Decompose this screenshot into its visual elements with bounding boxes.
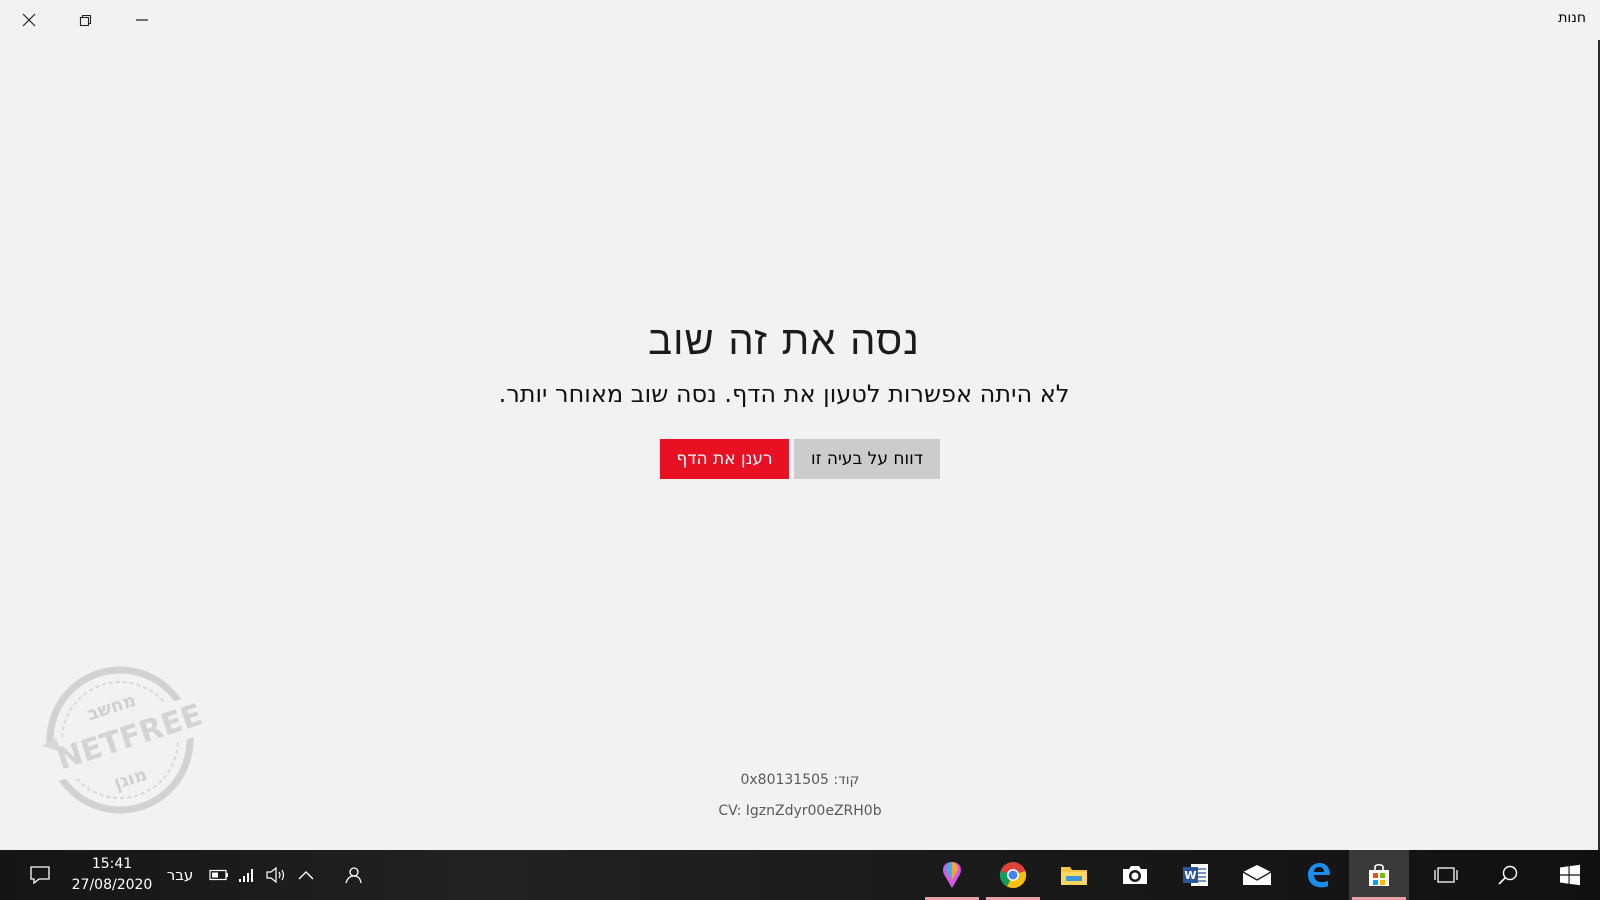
error-code: קוד: 0x80131505 (740, 772, 860, 788)
chevron-up-icon (298, 871, 314, 880)
store-icon (1369, 863, 1389, 886)
word-icon: W (1183, 864, 1208, 886)
watermark-bottom-text: מוגן (111, 764, 149, 794)
edge-icon (1308, 863, 1330, 888)
taskbar-app-word[interactable]: W (1166, 850, 1226, 900)
mail-icon (1242, 865, 1272, 885)
window-title: חנות (1558, 10, 1586, 26)
error-actions: רענן את הדף דווח על בעיה זו (660, 439, 940, 479)
restore-icon (79, 14, 92, 27)
task-view-icon (1434, 867, 1458, 883)
chrome-icon (999, 862, 1027, 889)
volume-icon (266, 866, 285, 884)
battery-button[interactable] (206, 850, 232, 900)
taskbar-app-paint3d[interactable] (922, 850, 982, 900)
camera-icon (1123, 866, 1147, 884)
network-button[interactable] (234, 850, 260, 900)
report-problem-button[interactable]: דווח על בעיה זו (794, 439, 940, 479)
error-cv: CV: IgznZdyr00eZRH0b (718, 803, 882, 819)
close-icon (22, 13, 36, 27)
netfree-watermark-stamp: מחשב NETFREE מוגן (37, 666, 208, 814)
clock-time: 15:41 (91, 856, 133, 872)
language-indicator[interactable]: עבר (162, 850, 198, 900)
restore-button[interactable] (56, 0, 114, 40)
taskbar-app-chrome[interactable] (983, 850, 1043, 900)
people-icon (345, 867, 362, 884)
close-button[interactable] (0, 0, 58, 40)
start-button[interactable] (1542, 850, 1598, 900)
battery-icon (209, 869, 228, 881)
minimize-icon (136, 19, 148, 21)
action-center-button[interactable] (18, 850, 62, 900)
search-button[interactable] (1480, 850, 1536, 900)
store-window: חנות נסה את זה שוב לא היתה אפשרות לטעון … (0, 0, 1600, 850)
search-icon (1498, 865, 1518, 885)
clock[interactable]: 15:41 27/08/2020 (66, 854, 158, 896)
taskbar: 15:41 27/08/2020 עבר W (0, 850, 1600, 900)
taskbar-app-file-explorer[interactable] (1044, 850, 1104, 900)
title-bar: חנות (0, 0, 1600, 40)
taskbar-app-edge[interactable] (1288, 850, 1348, 900)
start-icon (1560, 864, 1580, 886)
error-title: נסה את זה שוב (648, 318, 920, 364)
signal-icon (239, 869, 253, 882)
paint3d-icon (943, 862, 961, 888)
show-hidden-icons-button[interactable] (292, 850, 320, 900)
svg-text:W: W (1184, 869, 1196, 882)
clock-date: 27/08/2020 (71, 877, 153, 893)
task-view-button[interactable] (1418, 850, 1474, 900)
file-explorer-icon (1061, 867, 1087, 885)
notification-icon (30, 866, 50, 885)
volume-button[interactable] (262, 850, 290, 900)
taskbar-app-store[interactable] (1349, 850, 1409, 900)
refresh-page-button[interactable]: רענן את הדף (660, 439, 789, 479)
taskbar-app-mail[interactable] (1227, 850, 1287, 900)
taskbar-app-camera[interactable] (1105, 850, 1165, 900)
minimize-button[interactable] (113, 0, 171, 40)
error-message: לא היתה אפשרות לטעון את הדף. נסה שוב מאו… (498, 380, 1070, 408)
people-button[interactable] (336, 850, 370, 900)
